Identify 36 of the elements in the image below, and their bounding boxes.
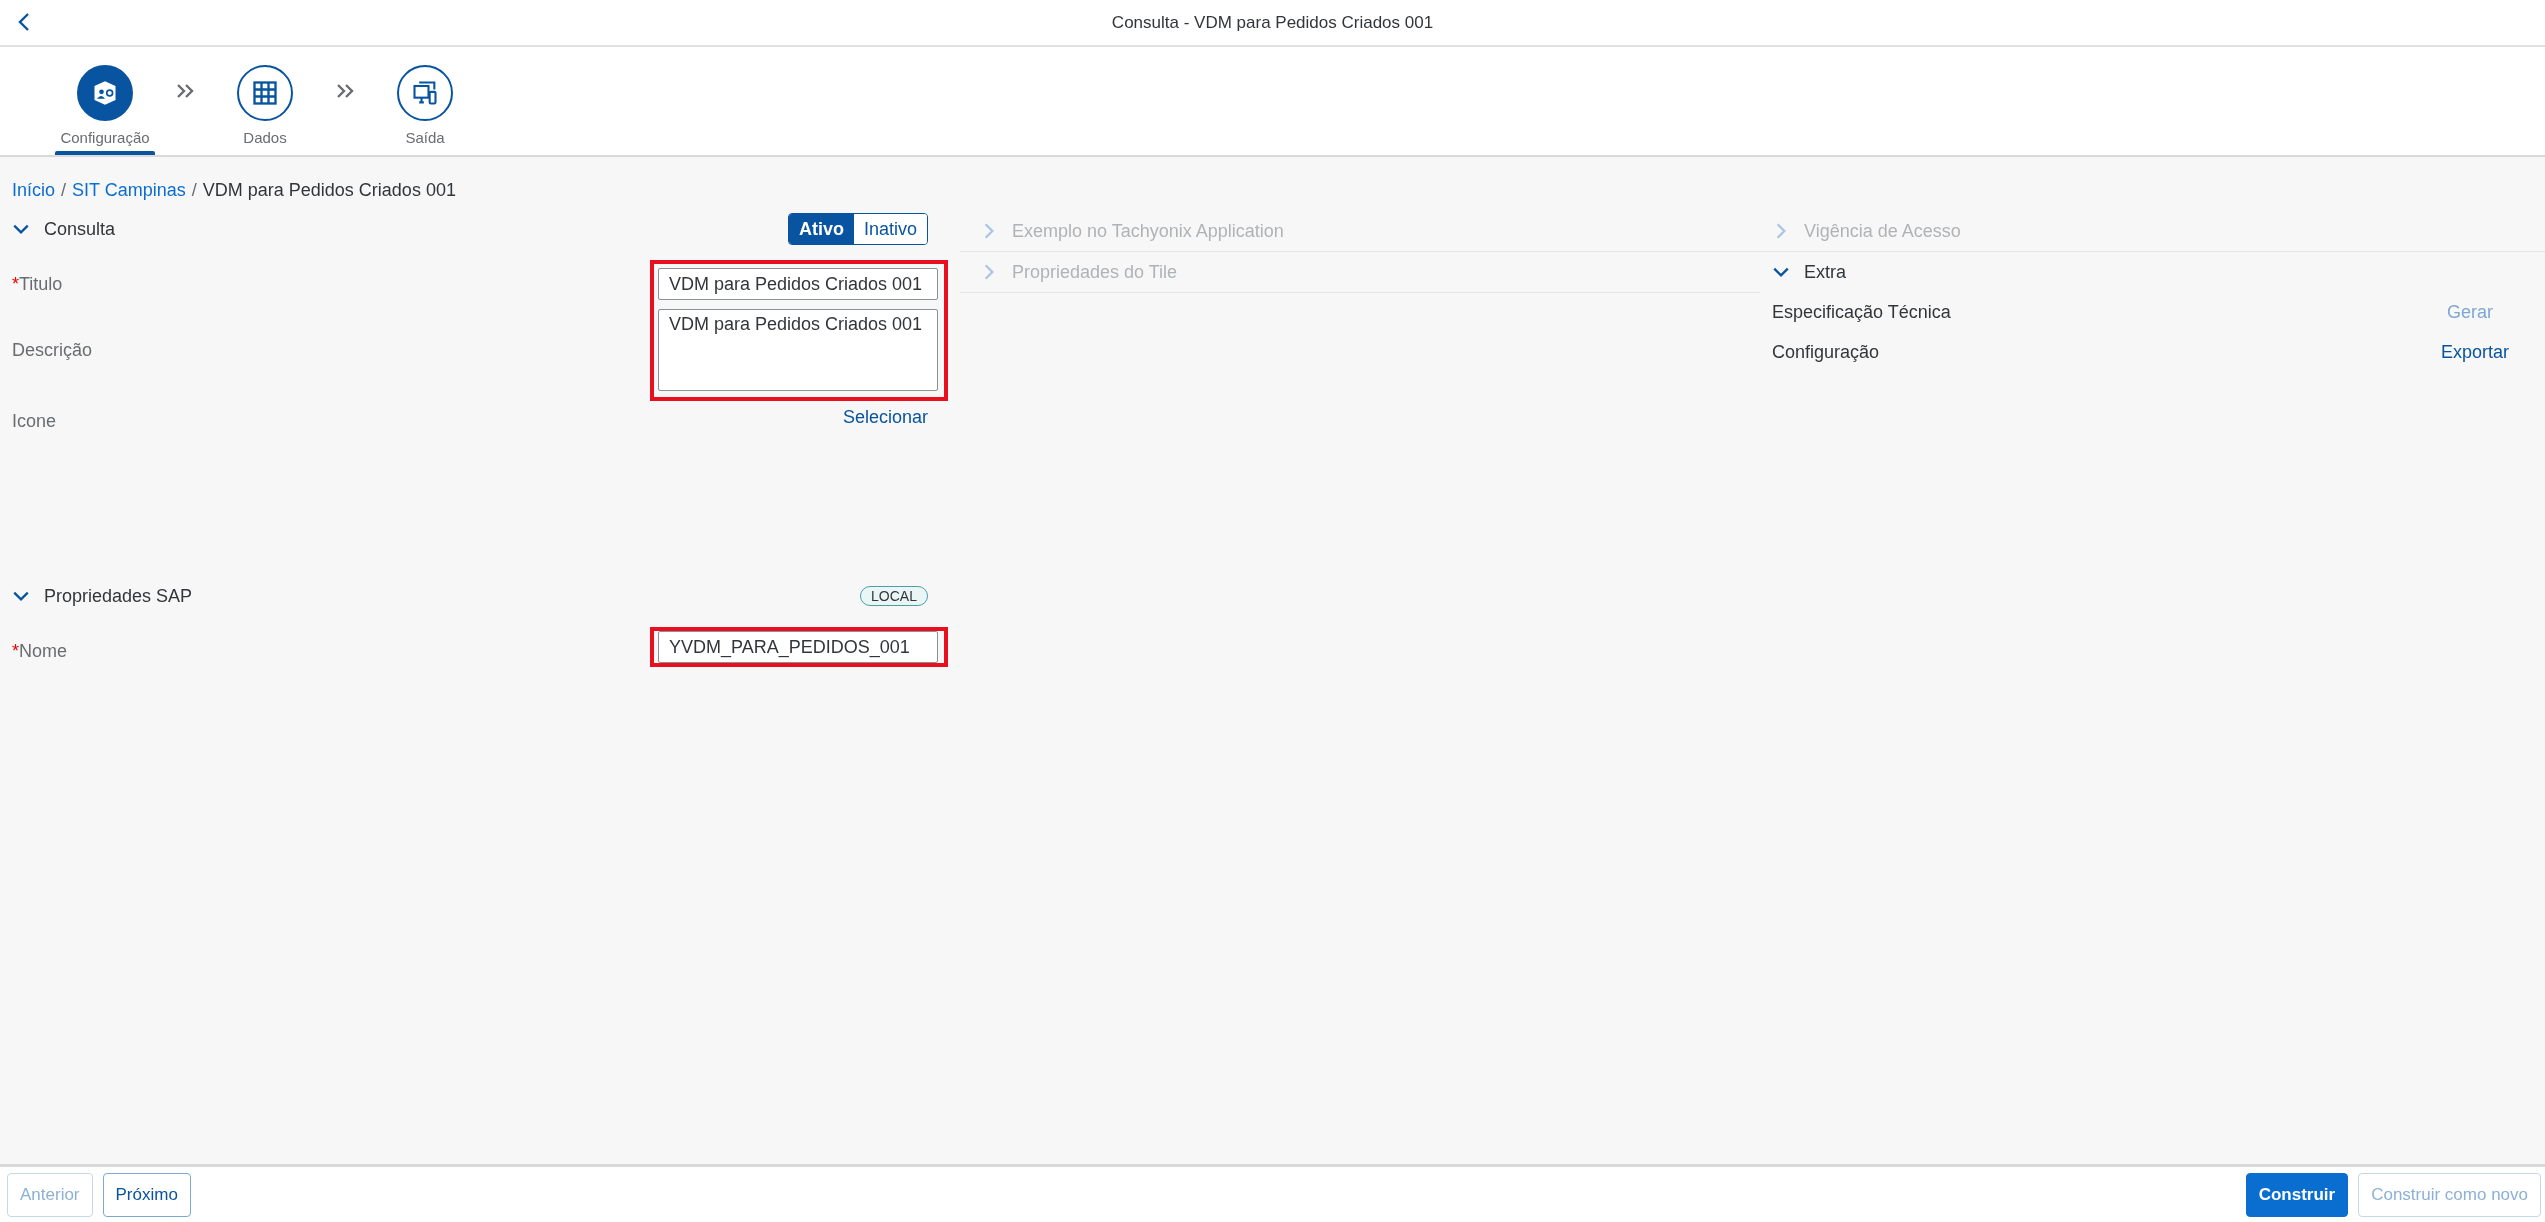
text-input-field[interactable]: YVDM_PARA_PEDIDOS_001: [658, 631, 938, 663]
grid-icon: [251, 79, 279, 107]
panel-title[interactable]: Extra: [1804, 261, 1846, 283]
double-chevron-icon: [175, 83, 195, 99]
devices-icon: [411, 79, 439, 107]
breadcrumb-separator: /: [61, 179, 67, 201]
select-link[interactable]: Selecionar: [842, 406, 928, 428]
step-tab[interactable]: Dados: [215, 65, 315, 155]
footer-button[interactable]: Construir: [2245, 1172, 2349, 1217]
section-title: Propriedades SAP: [44, 585, 194, 607]
field-label: *Titulo: [12, 273, 63, 295]
text-input-field[interactable]: VDM para Pedidos Criados 001: [658, 268, 938, 300]
field-label: *Nome: [12, 640, 68, 662]
step-circle[interactable]: [397, 65, 453, 121]
step-circle[interactable]: [237, 65, 293, 121]
action-link[interactable]: Exportar: [2440, 341, 2509, 363]
field-label: Icone: [12, 410, 57, 432]
step-tab[interactable]: Configuração: [55, 65, 155, 155]
breadcrumb-separator: /: [191, 179, 197, 201]
item-label: Especificação Técnica: [1772, 301, 1951, 323]
step-tab[interactable]: Saída: [375, 65, 475, 155]
step-circle[interactable]: [77, 65, 133, 121]
segment-button[interactable]: Inativo: [853, 214, 927, 244]
description-textarea[interactable]: VDM para Pedidos Criados 001: [658, 309, 938, 391]
status-badge: LOCAL: [860, 586, 928, 606]
page-title: Consulta - VDM para Pedidos Criados 001: [1111, 12, 1434, 33]
footer-button[interactable]: Próximo: [102, 1172, 191, 1217]
breadcrumb-link[interactable]: Início: [12, 179, 56, 201]
back-icon[interactable]: [18, 12, 30, 32]
breadcrumb-link[interactable]: SIT Campinas: [72, 179, 186, 201]
breadcrumb-current: VDM para Pedidos Criados 001: [202, 179, 456, 201]
segment-button[interactable]: Ativo: [788, 214, 854, 244]
field-label: Descrição: [12, 339, 93, 361]
item-label: Configuração: [1772, 341, 1880, 363]
section-title: Consulta: [44, 218, 117, 240]
double-chevron-icon: [335, 83, 355, 99]
